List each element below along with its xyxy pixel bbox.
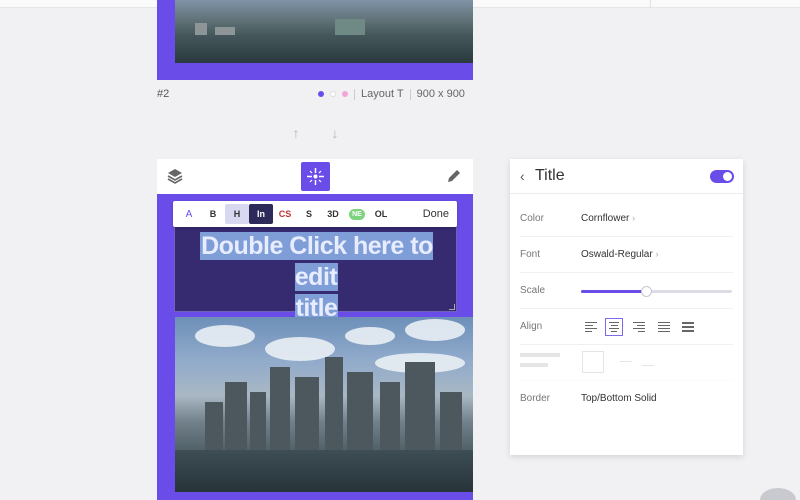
scale-slider-knob[interactable] [640, 286, 652, 297]
border-value: Top/Bottom Solid [581, 393, 657, 404]
slide-toolbar [157, 159, 473, 194]
font-row[interactable]: Font Oswald-Regular › [520, 237, 733, 273]
move-down-icon[interactable]: ↓ [327, 125, 343, 141]
building [325, 357, 343, 452]
align-label: Align [520, 321, 543, 332]
disabled-row [520, 345, 733, 381]
panel-title: Title [535, 167, 565, 184]
outline-button[interactable]: OL [369, 204, 393, 224]
slide-photo [175, 0, 473, 63]
scale-slider[interactable] [581, 286, 732, 297]
align-right-icon[interactable] [630, 318, 648, 336]
focus-button[interactable] [301, 162, 330, 191]
shadow-button[interactable]: S [297, 204, 321, 224]
title-text[interactable]: Double Click here to edit title [183, 231, 450, 324]
water [175, 450, 473, 492]
slide-bottom-bar [175, 492, 473, 500]
building [347, 372, 373, 452]
title-toggle[interactable] [710, 170, 734, 183]
color-dot[interactable] [318, 91, 324, 97]
placeholder-bar [520, 363, 548, 367]
building [250, 392, 266, 452]
color-dot[interactable] [330, 91, 336, 97]
slide-meta: Layout T 900 x 900 [318, 88, 465, 100]
move-up-icon[interactable]: ↑ [288, 125, 304, 141]
slide-photo [175, 317, 473, 492]
align-left-icon[interactable] [582, 318, 600, 336]
align-center-icon[interactable] [605, 318, 623, 336]
align-justify-icon[interactable] [655, 318, 673, 336]
pencil-icon[interactable] [446, 168, 462, 184]
chevron-right-icon: › [655, 249, 659, 259]
resize-handle[interactable] [449, 304, 455, 310]
neon-label: NE [349, 208, 365, 220]
placeholder-bar [520, 353, 560, 357]
panel-header: ‹ Title [510, 159, 743, 194]
css-button[interactable]: CS [273, 204, 297, 224]
chat-icon[interactable] [760, 488, 796, 500]
neon-button[interactable]: NE [345, 204, 369, 224]
done-button[interactable]: Done [423, 208, 449, 220]
heading-button[interactable]: H [225, 204, 249, 224]
text-color-button[interactable]: A [177, 204, 201, 224]
scale-row: Scale [520, 273, 733, 309]
indent-button[interactable]: In [249, 204, 273, 224]
color-value: Cornflower › [581, 213, 635, 224]
slide-number: #2 [157, 88, 170, 100]
scale-slider-fill [581, 290, 646, 293]
chevron-right-icon: › [632, 213, 636, 223]
color-value-text: Cornflower [581, 213, 630, 224]
building [270, 367, 290, 452]
building [440, 392, 462, 452]
placeholder-box [582, 351, 604, 373]
border-row[interactable]: Border Top/Bottom Solid [520, 381, 733, 417]
cloud [195, 325, 255, 347]
cloud [345, 327, 395, 345]
text-format-toolbar: A B H In CS S 3D NE OL Done [173, 201, 457, 227]
toggle-knob [723, 172, 732, 181]
divider [354, 88, 355, 100]
size-label: 900 x 900 [416, 88, 465, 100]
slide-card-2[interactable] [157, 0, 473, 80]
layout-label[interactable]: Layout T [361, 88, 404, 100]
bold-button[interactable]: B [201, 204, 225, 224]
water [175, 35, 473, 63]
slide-card-active[interactable]: Double Click here to edit title [157, 194, 473, 500]
3d-button[interactable]: 3D [321, 204, 345, 224]
layers-icon[interactable] [166, 167, 184, 185]
building [380, 382, 400, 452]
properties-panel: ‹ Title Color Cornflower › Font Oswald-R… [510, 159, 743, 455]
title-segment: Double Click [201, 232, 353, 260]
cloud [405, 319, 465, 341]
scale-label: Scale [520, 285, 546, 296]
crosshair-icon [307, 168, 324, 185]
color-row[interactable]: Color Cornflower › [520, 201, 733, 237]
font-value-text: Oswald-Regular [581, 249, 653, 260]
divider [409, 88, 411, 100]
border-label: Border [520, 393, 551, 404]
color-label: Color [520, 213, 544, 224]
font-value: Oswald-Regular › [581, 249, 658, 260]
align-fill-icon[interactable] [679, 318, 697, 336]
align-row: Align [520, 309, 733, 345]
placeholder-line [620, 361, 632, 362]
title-segment: here [353, 232, 404, 260]
font-label: Font [520, 249, 541, 260]
chevron-left-icon[interactable]: ‹ [520, 168, 525, 184]
placeholder-line [642, 365, 654, 366]
top-bar-divider [650, 0, 651, 8]
building [295, 377, 319, 452]
building [405, 362, 435, 452]
building [205, 402, 223, 452]
color-dot[interactable] [342, 91, 348, 97]
building [225, 382, 247, 452]
